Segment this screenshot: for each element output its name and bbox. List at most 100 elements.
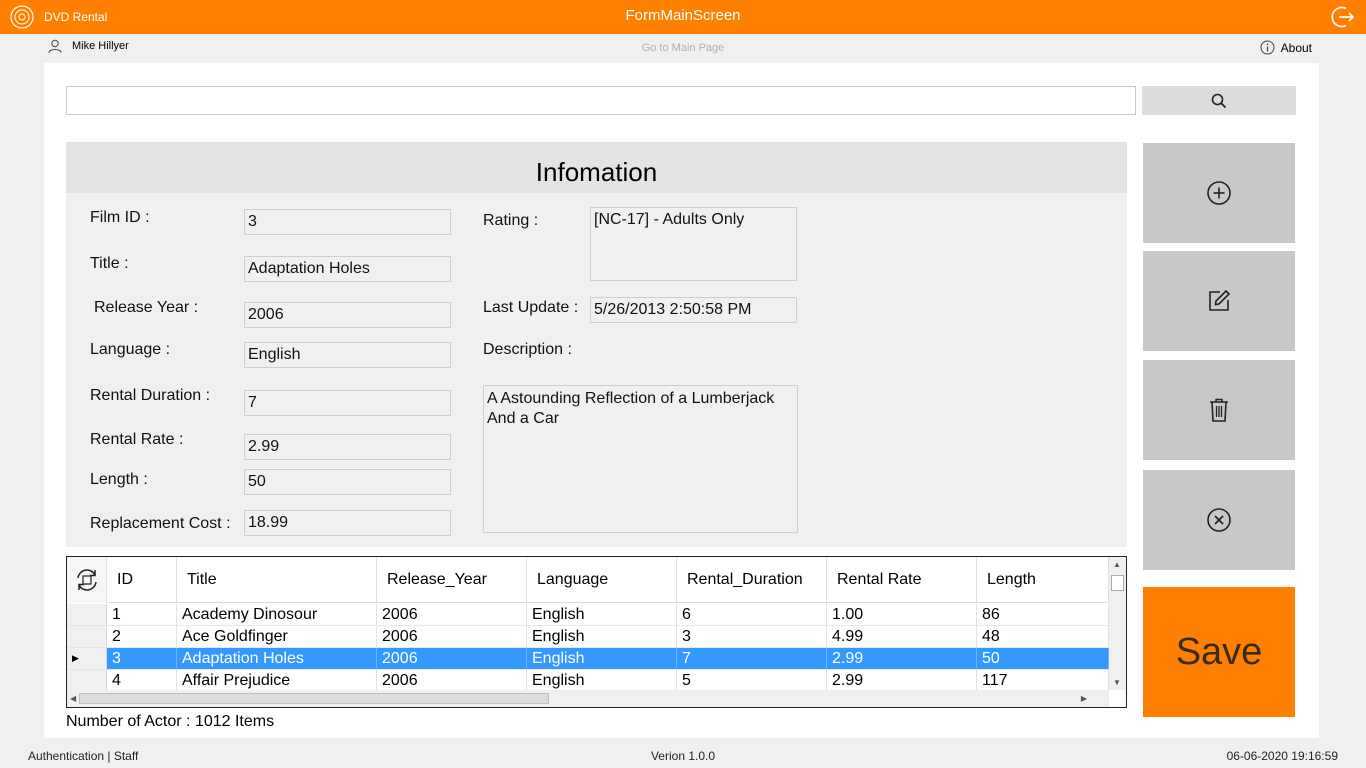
description-field[interactable]: A Astounding Reflection of a Lumberjack … bbox=[483, 385, 798, 533]
column-header[interactable]: Title bbox=[177, 557, 377, 603]
goto-main-page-link[interactable]: Go to Main Page bbox=[0, 42, 1366, 54]
column-header[interactable]: Rental Rate bbox=[827, 557, 977, 603]
table-cell[interactable]: 50 bbox=[977, 648, 1109, 670]
information-header: Infomation bbox=[66, 142, 1127, 193]
search-input[interactable] bbox=[66, 86, 1136, 115]
delete-icon bbox=[1210, 398, 1228, 422]
table-row[interactable]: ▶ 3 Adaptation Holes 2006 English 7 2.99 50 bbox=[67, 648, 1109, 670]
info-icon bbox=[1260, 40, 1275, 55]
save-button[interactable]: Save bbox=[1143, 587, 1295, 717]
table-cell[interactable]: 2006 bbox=[377, 648, 527, 670]
table-cell[interactable]: 86 bbox=[977, 604, 1109, 626]
rating-label: Rating : bbox=[483, 212, 539, 229]
search-button[interactable] bbox=[1142, 86, 1296, 115]
replacement-cost-label: Replacement Cost : bbox=[90, 515, 231, 532]
column-header[interactable]: Release_Year bbox=[377, 557, 527, 603]
table-cell[interactable]: 6 bbox=[677, 604, 827, 626]
grid-vertical-scroll-thumb[interactable] bbox=[1111, 575, 1124, 591]
datetime-label: 06-06-2020 19:16:59 bbox=[1226, 749, 1338, 763]
table-cell[interactable]: 5 bbox=[677, 670, 827, 692]
table-cell[interactable]: 2006 bbox=[377, 604, 527, 626]
delete-button[interactable] bbox=[1143, 360, 1295, 460]
replacement-cost-field[interactable]: 18.99 bbox=[244, 510, 451, 536]
column-header[interactable]: Language bbox=[527, 557, 677, 603]
about-button[interactable]: About bbox=[1260, 40, 1312, 55]
table-row[interactable]: 2 Ace Goldfinger 2006 English 3 4.99 48 bbox=[67, 626, 1109, 648]
table-cell[interactable]: English bbox=[527, 604, 677, 626]
description-label: Description : bbox=[483, 341, 572, 358]
edit-button[interactable] bbox=[1143, 251, 1295, 351]
add-button[interactable] bbox=[1143, 143, 1295, 243]
last-update-label: Last Update : bbox=[483, 299, 579, 316]
table-cell[interactable]: 7 bbox=[677, 648, 827, 670]
row-header[interactable] bbox=[67, 626, 107, 648]
rental-rate-field[interactable]: 2.99 bbox=[244, 434, 451, 460]
rental-duration-field[interactable]: 7 bbox=[244, 390, 451, 416]
scroll-right-arrow-icon[interactable]: ▶ bbox=[1081, 694, 1087, 703]
length-field[interactable]: 50 bbox=[244, 469, 451, 495]
exit-icon[interactable] bbox=[1330, 4, 1356, 30]
table-cell[interactable]: English bbox=[527, 626, 677, 648]
row-header[interactable]: ▶ bbox=[67, 648, 107, 670]
scroll-up-arrow-icon[interactable]: ▲ bbox=[1113, 560, 1121, 569]
rental-duration-label: Rental Duration : bbox=[90, 387, 211, 404]
table-cell[interactable]: 48 bbox=[977, 626, 1109, 648]
release-year-field[interactable]: 2006 bbox=[244, 302, 451, 328]
cancel-icon bbox=[1207, 508, 1231, 532]
row-header[interactable] bbox=[67, 670, 107, 692]
title-field[interactable]: Adaptation Holes bbox=[244, 256, 451, 282]
title-label: Title : bbox=[90, 255, 129, 272]
table-cell[interactable]: English bbox=[527, 670, 677, 692]
add-icon bbox=[1207, 181, 1231, 205]
item-count-label: Number of Actor : 1012 Items bbox=[66, 713, 275, 730]
table-cell[interactable]: 1 bbox=[107, 604, 177, 626]
last-update-field[interactable]: 5/26/2013 2:50:58 PM bbox=[590, 297, 797, 323]
table-row[interactable]: 4 Affair Prejudice 2006 English 5 2.99 117 bbox=[67, 670, 1109, 692]
table-cell[interactable]: 117 bbox=[977, 670, 1109, 692]
rental-rate-label: Rental Rate : bbox=[90, 431, 184, 448]
table-cell[interactable]: 2006 bbox=[377, 626, 527, 648]
user-bar: Mike Hillyer Go to Main Page About bbox=[0, 34, 1366, 62]
table-cell[interactable]: 2.99 bbox=[827, 670, 977, 692]
table-cell[interactable]: 1.00 bbox=[827, 604, 977, 626]
column-header[interactable]: Length bbox=[977, 557, 1109, 603]
table-cell[interactable]: 4.99 bbox=[827, 626, 977, 648]
film-id-label: Film ID : bbox=[90, 209, 150, 226]
cancel-button[interactable] bbox=[1143, 470, 1295, 570]
film-id-field[interactable]: 3 bbox=[244, 209, 451, 235]
main-panel: Infomation Film ID : 3 Title : Adaptatio… bbox=[44, 63, 1319, 738]
table-cell[interactable]: 2006 bbox=[377, 670, 527, 692]
grid-horizontal-scrollbar[interactable]: ◀ ▶ bbox=[67, 690, 1109, 707]
table-cell[interactable]: Affair Prejudice bbox=[177, 670, 377, 692]
column-header[interactable]: Rental_Duration bbox=[677, 557, 827, 603]
table-cell[interactable]: 2 bbox=[107, 626, 177, 648]
table-cell[interactable]: English bbox=[527, 648, 677, 670]
table-cell[interactable]: Ace Goldfinger bbox=[177, 626, 377, 648]
table-cell[interactable]: 3 bbox=[107, 648, 177, 670]
information-panel: Infomation Film ID : 3 Title : Adaptatio… bbox=[66, 142, 1127, 547]
grid-refresh-button[interactable] bbox=[67, 557, 107, 603]
row-header[interactable] bbox=[67, 604, 107, 626]
version-label: Verion 1.0.0 bbox=[650, 749, 716, 763]
rating-field[interactable]: [NC-17] - Adults Only bbox=[590, 207, 797, 281]
scroll-left-arrow-icon[interactable]: ◀ bbox=[70, 694, 76, 703]
table-cell[interactable]: Adaptation Holes bbox=[177, 648, 377, 670]
table-row[interactable]: 1 Academy Dinosour 2006 English 6 1.00 86 bbox=[67, 604, 1109, 626]
length-label: Length : bbox=[90, 471, 148, 488]
scroll-down-arrow-icon[interactable]: ▼ bbox=[1113, 678, 1121, 687]
about-label: About bbox=[1280, 40, 1312, 55]
grid-vertical-scrollbar[interactable]: ▲ ▼ bbox=[1109, 557, 1126, 690]
table-cell[interactable]: Academy Dinosour bbox=[177, 604, 377, 626]
window-title: FormMainScreen bbox=[625, 7, 741, 24]
search-icon bbox=[1211, 93, 1227, 108]
column-header[interactable]: ID bbox=[107, 557, 177, 603]
table-cell[interactable]: 4 bbox=[107, 670, 177, 692]
grid-horizontal-scroll-thumb[interactable] bbox=[79, 693, 549, 704]
table-cell[interactable]: 3 bbox=[677, 626, 827, 648]
films-data-grid[interactable]: ID Title Release_Year Language Rental_Durati… bbox=[66, 556, 1127, 708]
language-label: Language : bbox=[90, 341, 171, 358]
language-field[interactable]: English bbox=[244, 342, 451, 368]
title-bar: DVD Rental FormMainScreen bbox=[0, 0, 1366, 34]
edit-icon bbox=[1209, 289, 1231, 311]
table-cell[interactable]: 2.99 bbox=[827, 648, 977, 670]
